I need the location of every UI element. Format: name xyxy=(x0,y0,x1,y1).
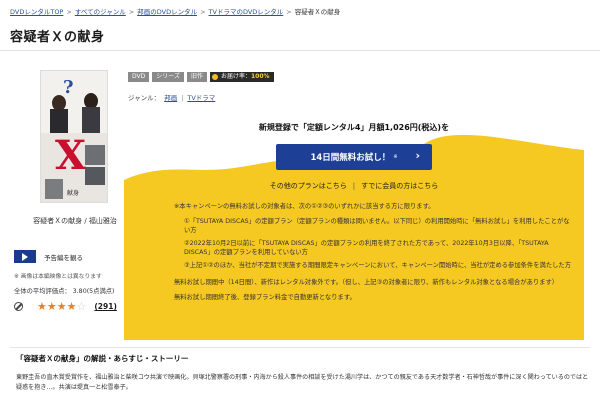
notice-lead: ※本キャンペーンの無料お試しの対象者は、次の①②③のいずれかに該当する方に限りま… xyxy=(174,203,435,210)
link-divider: | xyxy=(352,182,356,190)
star-icon: ★ xyxy=(37,300,47,313)
star-empty-icon: ☆ xyxy=(76,300,87,313)
story-text: 東野圭吾の直木賞受賞作を、福山雅治と柴咲コウ共演で映画化。貝塚北警察署の刑事・内… xyxy=(16,374,589,391)
rating-row: ★★★★☆ (291) xyxy=(14,300,117,313)
svg-text:X: X xyxy=(55,132,86,179)
delivery-rate-badge: お届け率： 100% xyxy=(209,72,274,82)
genre-separator: | xyxy=(181,94,184,102)
notice-auto-renew: 無料お試し期間終了後、登録プラン料金で自動更新となります。 xyxy=(174,294,356,301)
breadcrumb-separator: > xyxy=(128,8,135,16)
notice-trial-period: 無料お試し期間中（14日間）、新作はレンタル対象外です。（但し、上記③の対象者に… xyxy=(174,279,559,286)
review-count-link[interactable]: (291) xyxy=(94,302,117,311)
trailer-button[interactable]: 予告編を観る xyxy=(14,250,83,263)
breadcrumb-separator: > xyxy=(200,8,206,16)
external-link-icon: ※ xyxy=(393,154,398,160)
notice-item: ②2022年10月2日以前に「TSUTAYA DISCAS」の定額プランの利用を… xyxy=(184,240,549,256)
breadcrumb-item-all-genres[interactable]: すべてのジャンル xyxy=(75,8,126,16)
genre-row: ジャンル： 邦画 | TVドラマ xyxy=(128,92,215,102)
story-section-title: 「容疑者Ｘの献身」の解説・あらすじ・ストーリー xyxy=(16,353,188,364)
breadcrumb-item-tv-drama[interactable]: TVドラマのDVDレンタル xyxy=(209,8,284,16)
svg-text:献身: 献身 xyxy=(67,189,79,197)
section-divider xyxy=(10,347,590,348)
ban-icon[interactable] xyxy=(14,302,23,311)
delivery-dot-icon xyxy=(211,74,218,80)
free-trial-label: 14日間無料お試し！ xyxy=(310,153,391,163)
image-note: ※ 画像は本編映像とは異なります xyxy=(14,274,102,280)
star-icon: ★ xyxy=(66,300,77,313)
delivery-percent: 100% xyxy=(250,73,270,80)
svg-text:?: ? xyxy=(63,77,74,98)
genre-link-japanese-film[interactable]: 邦画 xyxy=(164,94,177,102)
page-title: 容疑者Ｘの献身 xyxy=(10,30,105,45)
story-title-rest: の解説・あらすじ・ストーリー xyxy=(83,354,189,363)
breadcrumb: DVDレンタルTOP > すべてのジャンル > 邦画のDVDレンタル > TVドラマのDVD… xyxy=(10,6,340,16)
title-divider xyxy=(0,50,600,51)
notice-item: ①「TSUTAYA DISCAS」の定額プラン（定額プランの種類は問いません。以… xyxy=(184,218,570,234)
average-rating: 全体の平均評価点： 3.80(5点満点) xyxy=(14,288,115,295)
promo-headline: 新規登録で「定額レンタル4」月額1,026円(税込)を xyxy=(258,123,450,132)
breadcrumb-separator: > xyxy=(66,8,72,16)
breadcrumb-item-current: 容疑者Ｘの献身 xyxy=(294,8,341,16)
free-trial-button[interactable]: 14日間無料お試し！ ※ › xyxy=(276,144,432,170)
product-poster-image[interactable]: ? X 献身 xyxy=(40,70,108,203)
star-rating: ★★★★☆ xyxy=(37,300,86,313)
other-plans-link[interactable]: その他のプランはこちら xyxy=(270,182,347,190)
campaign-notice: ※本キャンペーンの無料お試しの対象者は、次の①②③のいずれかに該当する方に限りま… xyxy=(174,202,574,308)
old-release-badge: 旧作 xyxy=(186,72,207,82)
poster-artwork: ? X 献身 xyxy=(41,71,107,202)
product-badges: DVD シリーズ 旧作 お届け率： 100% xyxy=(128,72,277,82)
chevron-right-icon: › xyxy=(415,149,420,162)
delivery-label: お届け率： xyxy=(220,73,251,80)
member-login-link[interactable]: すでに会員の方はこちら xyxy=(361,182,438,190)
plan-links: その他のプランはこちら | すでに会員の方はこちら xyxy=(124,181,584,191)
dvd-badge: DVD xyxy=(128,72,150,82)
series-badge: シリーズ xyxy=(152,72,184,82)
star-icon: ★ xyxy=(46,300,57,313)
genre-label: ジャンル： xyxy=(128,94,161,102)
genre-link-tv-drama[interactable]: TVドラマ xyxy=(187,94,215,102)
breadcrumb-separator: > xyxy=(286,8,292,16)
story-title-quoted: 「容疑者Ｘの献身」 xyxy=(16,354,84,363)
breadcrumb-item-japanese-films[interactable]: 邦画のDVDレンタル xyxy=(137,8,197,16)
star-icon: ★ xyxy=(56,300,67,313)
breadcrumb-item-dvd-top[interactable]: DVDレンタルTOP xyxy=(10,8,63,16)
trailer-label[interactable]: 予告編を観る xyxy=(44,252,83,262)
notice-item: ③上記①②のほか、当社が不定期で実施する期間限定キャンペーンにおいて、キャンペー… xyxy=(184,262,572,269)
play-icon[interactable] xyxy=(14,250,36,263)
